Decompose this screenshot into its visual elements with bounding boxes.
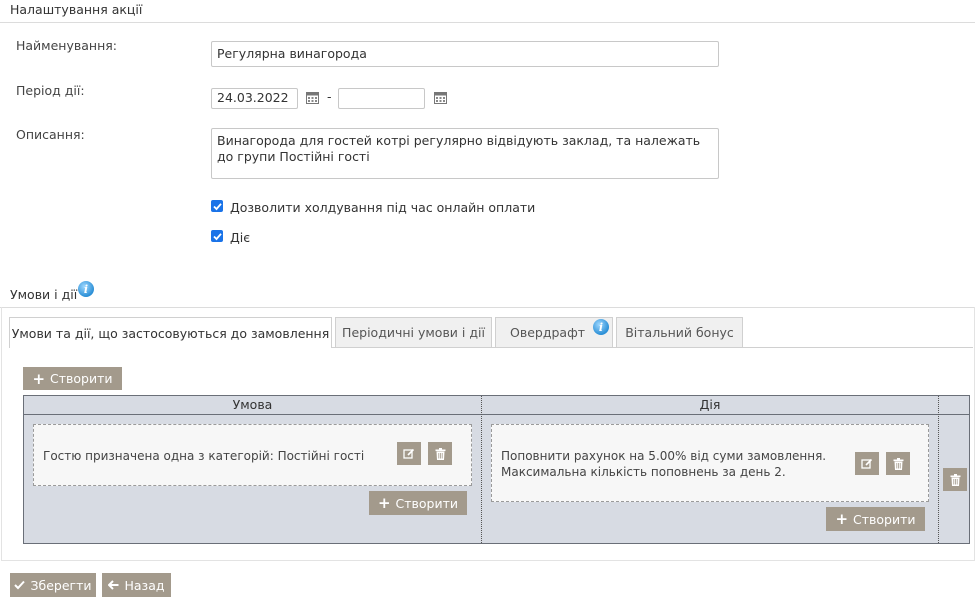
settings-section-title: Налаштування акції xyxy=(10,2,143,17)
check-icon xyxy=(14,580,26,590)
edit-condition-button[interactable] xyxy=(397,442,421,465)
tab-overdraft-label: Овердрафт xyxy=(510,325,586,340)
calendar-icon[interactable] xyxy=(434,91,447,107)
period-label: Період дії: xyxy=(16,83,85,98)
edit-icon xyxy=(403,448,415,459)
plus-icon: + xyxy=(377,494,391,512)
create-button-label: Створити xyxy=(50,371,113,386)
action-text-line: Поповнити рахунок на 5.00% від суми замо… xyxy=(501,449,827,463)
plus-icon: + xyxy=(32,369,46,388)
period-start-input[interactable]: 24.03.2022 xyxy=(211,88,298,109)
action-text: Поповнити рахунок на 5.00% від суми замо… xyxy=(501,448,826,480)
condition-text: Гостю призначена одна з категорій: Пості… xyxy=(43,449,365,463)
name-input[interactable]: Регулярна винагорода xyxy=(211,41,719,67)
period-separator: - xyxy=(327,89,332,104)
delete-action-button[interactable] xyxy=(886,452,910,475)
description-label: Описання: xyxy=(16,127,85,142)
grid-column-divider xyxy=(938,396,939,543)
save-button[interactable]: Зберегти xyxy=(10,573,96,597)
create-button-label: Створити xyxy=(395,495,459,511)
delete-row-button[interactable] xyxy=(943,468,967,491)
tab-welcome-bonus[interactable]: Вітальний бонус xyxy=(616,317,743,347)
name-label: Найменування: xyxy=(16,38,117,53)
active-checkbox[interactable] xyxy=(211,230,223,242)
arrow-left-icon xyxy=(108,580,119,590)
back-button[interactable]: Назад xyxy=(102,573,171,597)
hold-checkbox-label: Дозволити холдування під час онлайн опла… xyxy=(230,200,536,215)
save-button-label: Зберегти xyxy=(30,577,92,593)
active-checkbox-label: Діє xyxy=(230,230,251,245)
column-header-condition: Умова xyxy=(24,396,481,414)
create-condition-button[interactable]: + Створити xyxy=(369,491,467,515)
grid-header-line xyxy=(24,414,969,415)
divider xyxy=(0,22,975,23)
create-action-button[interactable]: + Створити xyxy=(826,507,925,531)
info-icon[interactable]: i xyxy=(78,281,94,297)
conditions-section-title: Умови і дії xyxy=(10,287,78,302)
trash-icon xyxy=(435,447,445,460)
description-textarea[interactable]: Винагорода для гостей котрі регулярно ві… xyxy=(211,128,719,179)
column-header-action: Дія xyxy=(482,396,938,414)
hold-checkbox[interactable] xyxy=(211,200,223,212)
create-button[interactable]: + Створити xyxy=(23,367,122,390)
create-button-label: Створити xyxy=(853,511,916,527)
edit-action-button[interactable] xyxy=(855,452,879,475)
trash-icon xyxy=(950,473,960,486)
tab-order-conditions[interactable]: Умови та дії, що застосовуються до замов… xyxy=(9,317,332,348)
trash-icon xyxy=(893,457,903,470)
grid-column-divider xyxy=(481,396,482,543)
plus-icon: + xyxy=(835,510,849,528)
delete-condition-button[interactable] xyxy=(428,442,452,465)
edit-icon xyxy=(861,458,873,469)
action-text-line: Максимальна кількість поповнень за день … xyxy=(501,465,786,479)
period-end-input[interactable] xyxy=(338,88,425,109)
calendar-icon[interactable] xyxy=(306,91,319,107)
back-button-label: Назад xyxy=(124,577,165,593)
tab-periodic-conditions[interactable]: Періодичні умови і дії xyxy=(335,317,492,347)
active-tab-gap xyxy=(10,347,331,348)
info-icon[interactable]: i xyxy=(593,319,609,335)
